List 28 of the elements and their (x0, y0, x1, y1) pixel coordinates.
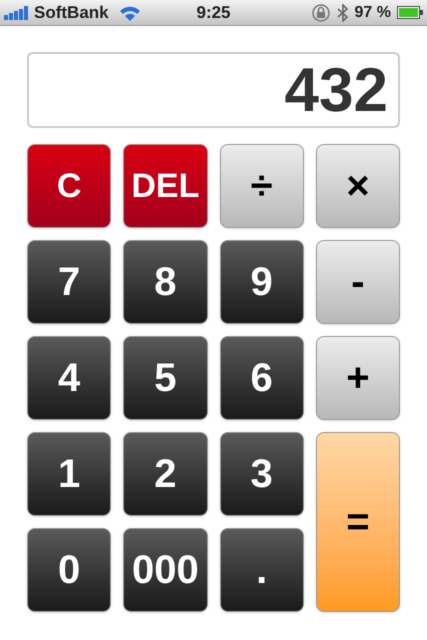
digit-key[interactable]: . (220, 528, 304, 612)
clear-key[interactable]: DEL (123, 144, 208, 228)
digit-key[interactable]: 6 (220, 336, 304, 420)
bluetooth-icon (336, 4, 349, 22)
operator-key[interactable]: + (316, 336, 400, 420)
digit-key[interactable]: 2 (123, 432, 208, 516)
digit-key[interactable]: 4 (27, 336, 112, 420)
battery-percent: 97 % (354, 2, 391, 22)
digit-key[interactable]: 3 (220, 432, 304, 516)
digit-key[interactable]: 9 (220, 240, 304, 324)
digit-key[interactable]: 0 (27, 528, 112, 612)
equals-key[interactable]: = (316, 432, 400, 612)
carrier-name: SoftBank (34, 2, 109, 24)
result-display: 432 (27, 52, 400, 128)
operator-key[interactable]: × (316, 144, 400, 228)
battery-icon (397, 6, 423, 19)
digit-key[interactable]: 5 (123, 336, 208, 420)
clear-key[interactable]: C (27, 144, 112, 228)
digit-key[interactable]: 7 (27, 240, 112, 324)
clock-time: 9:25 (195, 2, 232, 24)
signal-icon (4, 6, 30, 20)
operator-key[interactable]: ÷ (220, 144, 304, 228)
digit-key[interactable]: 1 (27, 432, 112, 516)
digit-key[interactable]: 000 (123, 528, 208, 612)
operator-key[interactable]: - (316, 240, 400, 324)
wifi-icon (118, 4, 141, 20)
rotation-lock-icon (310, 2, 331, 22)
digit-key[interactable]: 8 (123, 240, 208, 324)
